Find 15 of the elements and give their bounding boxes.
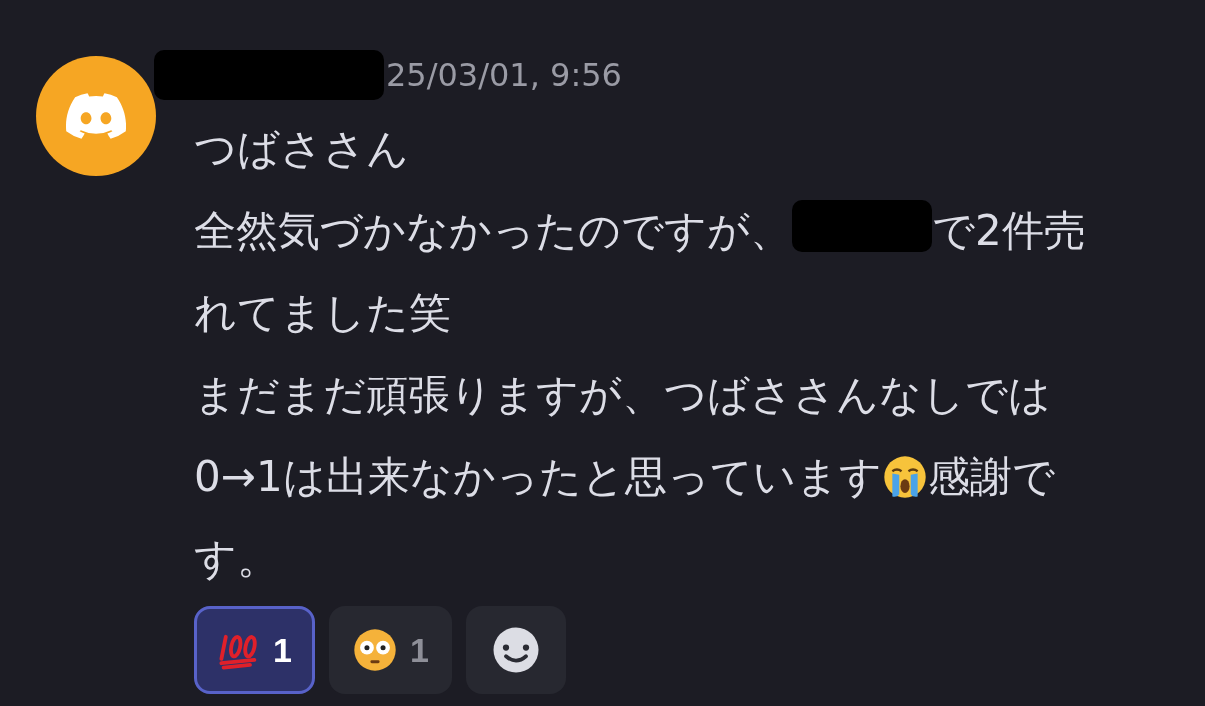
flushed-face-icon (351, 627, 398, 673)
game-controller-face-icon (66, 93, 126, 139)
message-text: つばささん (194, 123, 409, 175)
message-text: で2件売 (932, 205, 1086, 257)
reaction-button[interactable]: 1 (328, 606, 452, 694)
timestamp: 25/03/01, 9:56 (386, 56, 622, 94)
message-text: まだまだ頑張りますが、つばささんなしでは (194, 369, 1051, 421)
message-text: す。 (194, 533, 279, 585)
message-text: 0→1は出来なかったと思っています (194, 451, 882, 503)
message-text: 感謝で (927, 451, 1055, 503)
reaction-button[interactable]: 1 (194, 606, 315, 694)
message-text: れてました笑 (194, 287, 451, 339)
crying-face-icon (881, 454, 928, 500)
add-reaction-button[interactable] (465, 606, 566, 694)
message-text: 全然気づかなかったのですが、 (194, 205, 792, 257)
